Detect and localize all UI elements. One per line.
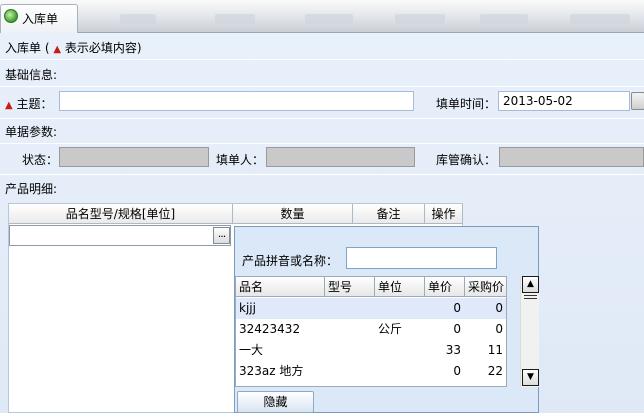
section-divider [0, 174, 644, 175]
cell-price: 0 [453, 364, 461, 378]
scroll-up-icon[interactable]: ▲ [522, 276, 539, 293]
cell-purchase: 0 [495, 322, 503, 336]
filler-label: 填单人： [216, 153, 265, 167]
blurred-tab [215, 14, 255, 24]
grid-col-name[interactable]: 品名型号/规格[单位] [9, 204, 233, 224]
col-price[interactable]: 单价 [425, 277, 465, 297]
list-item[interactable]: 323az 地方 0 22 [236, 361, 506, 382]
cell-name: kjjj [239, 301, 256, 315]
window-title: 入库单 [22, 12, 59, 26]
product-list-header: 品名 型号 单位 单价 采购价 [236, 277, 506, 297]
col-product-name[interactable]: 品名 [236, 277, 325, 297]
heading-text: 入库单 ( [5, 41, 50, 55]
filler-field [266, 147, 415, 167]
cell-model [325, 319, 375, 340]
product-search-label: 产品拼音或名称： [242, 254, 339, 268]
subject-label: 主题： [16, 97, 53, 111]
product-list: 品名 型号 单位 单价 采购价 kjjj 0 0 32423432 公斤 0 0 [235, 276, 507, 387]
cell-unit [375, 340, 425, 361]
subject-label-group: ▲ 主题： [5, 95, 53, 112]
blurred-tab [395, 14, 445, 24]
cell-purchase: 0 [495, 301, 503, 315]
app-icon [4, 9, 18, 23]
list-item[interactable]: kjjj 0 0 [236, 298, 506, 319]
cell-unit [375, 298, 425, 319]
cell-name: 323az 地方 [239, 364, 304, 378]
grid-col-note[interactable]: 备注 [353, 204, 425, 224]
cell-price: 33 [445, 343, 461, 357]
cell-unit: 公斤 [378, 322, 403, 336]
section-divider [0, 86, 644, 87]
required-marker-icon: ▲ [53, 44, 62, 55]
fill-time-input[interactable] [498, 91, 630, 111]
form-body: 入库单 ( ▲ 表示必填内容) 基础信息: ▲ 主题： 填单时间： 单据参数: … [0, 33, 644, 413]
cell-model [325, 298, 375, 319]
blurred-tab [570, 14, 630, 24]
section-details: 产品明细: [5, 182, 58, 196]
cell-model [325, 361, 375, 382]
col-model[interactable]: 型号 [325, 277, 375, 297]
grid-header: 品名型号/规格[单位] 数量 备注 操作 [9, 204, 463, 224]
heading-note: 表示必填内容) [64, 41, 142, 55]
list-item[interactable]: 32423432 公斤 0 0 [236, 319, 506, 340]
cell-name: 一大 [239, 343, 264, 357]
product-list-scrollbar[interactable]: ▲ ▼ [520, 276, 539, 387]
section-divider [0, 118, 644, 119]
col-purchase-price[interactable]: 采购价 [465, 277, 506, 297]
product-picker-popup: 产品拼音或名称： 品名 型号 单位 单价 采购价 kjjj 0 0 324234… [234, 226, 539, 413]
product-cell-input[interactable] [9, 225, 231, 246]
section-basic-info: 基础信息: [5, 68, 58, 82]
ellipsis-button[interactable]: ... [213, 227, 230, 244]
calendar-dropdown-icon[interactable] [631, 92, 644, 110]
status-field [59, 147, 209, 167]
section-divider [0, 143, 644, 144]
cell-model [325, 340, 375, 361]
hide-button[interactable]: 隐藏 [237, 391, 314, 413]
col-unit[interactable]: 单位 [375, 277, 425, 297]
subject-input[interactable] [59, 91, 414, 111]
cell-unit [375, 361, 425, 382]
grid-col-quantity[interactable]: 数量 [233, 204, 353, 224]
status-label: 状态： [22, 153, 59, 167]
blurred-tab [480, 14, 528, 24]
cell-price: 0 [453, 301, 461, 315]
scroll-thumb[interactable] [524, 295, 537, 299]
warehouse-confirm-label: 库管确认： [436, 153, 497, 167]
section-params: 单据参数: [5, 125, 58, 139]
cell-purchase: 11 [487, 343, 503, 357]
blurred-tab [120, 14, 156, 24]
fill-time-label: 填单时间： [436, 97, 497, 111]
warehouse-confirm-field [499, 147, 644, 167]
cell-price: 0 [453, 322, 461, 336]
blurred-tab [305, 14, 353, 24]
list-item[interactable]: 一大 33 11 [236, 340, 506, 361]
form-heading: 入库单 ( ▲ 表示必填内容) [5, 39, 142, 56]
product-search-input[interactable] [346, 247, 497, 269]
cell-name: 32423432 [239, 322, 301, 336]
required-marker-icon: ▲ [5, 100, 13, 111]
cell-purchase: 22 [487, 364, 503, 378]
section-divider [0, 59, 644, 60]
title-bar: 入库单 [0, 0, 644, 33]
scroll-down-icon[interactable]: ▼ [522, 369, 539, 386]
grid-col-action[interactable]: 操作 [425, 204, 463, 224]
